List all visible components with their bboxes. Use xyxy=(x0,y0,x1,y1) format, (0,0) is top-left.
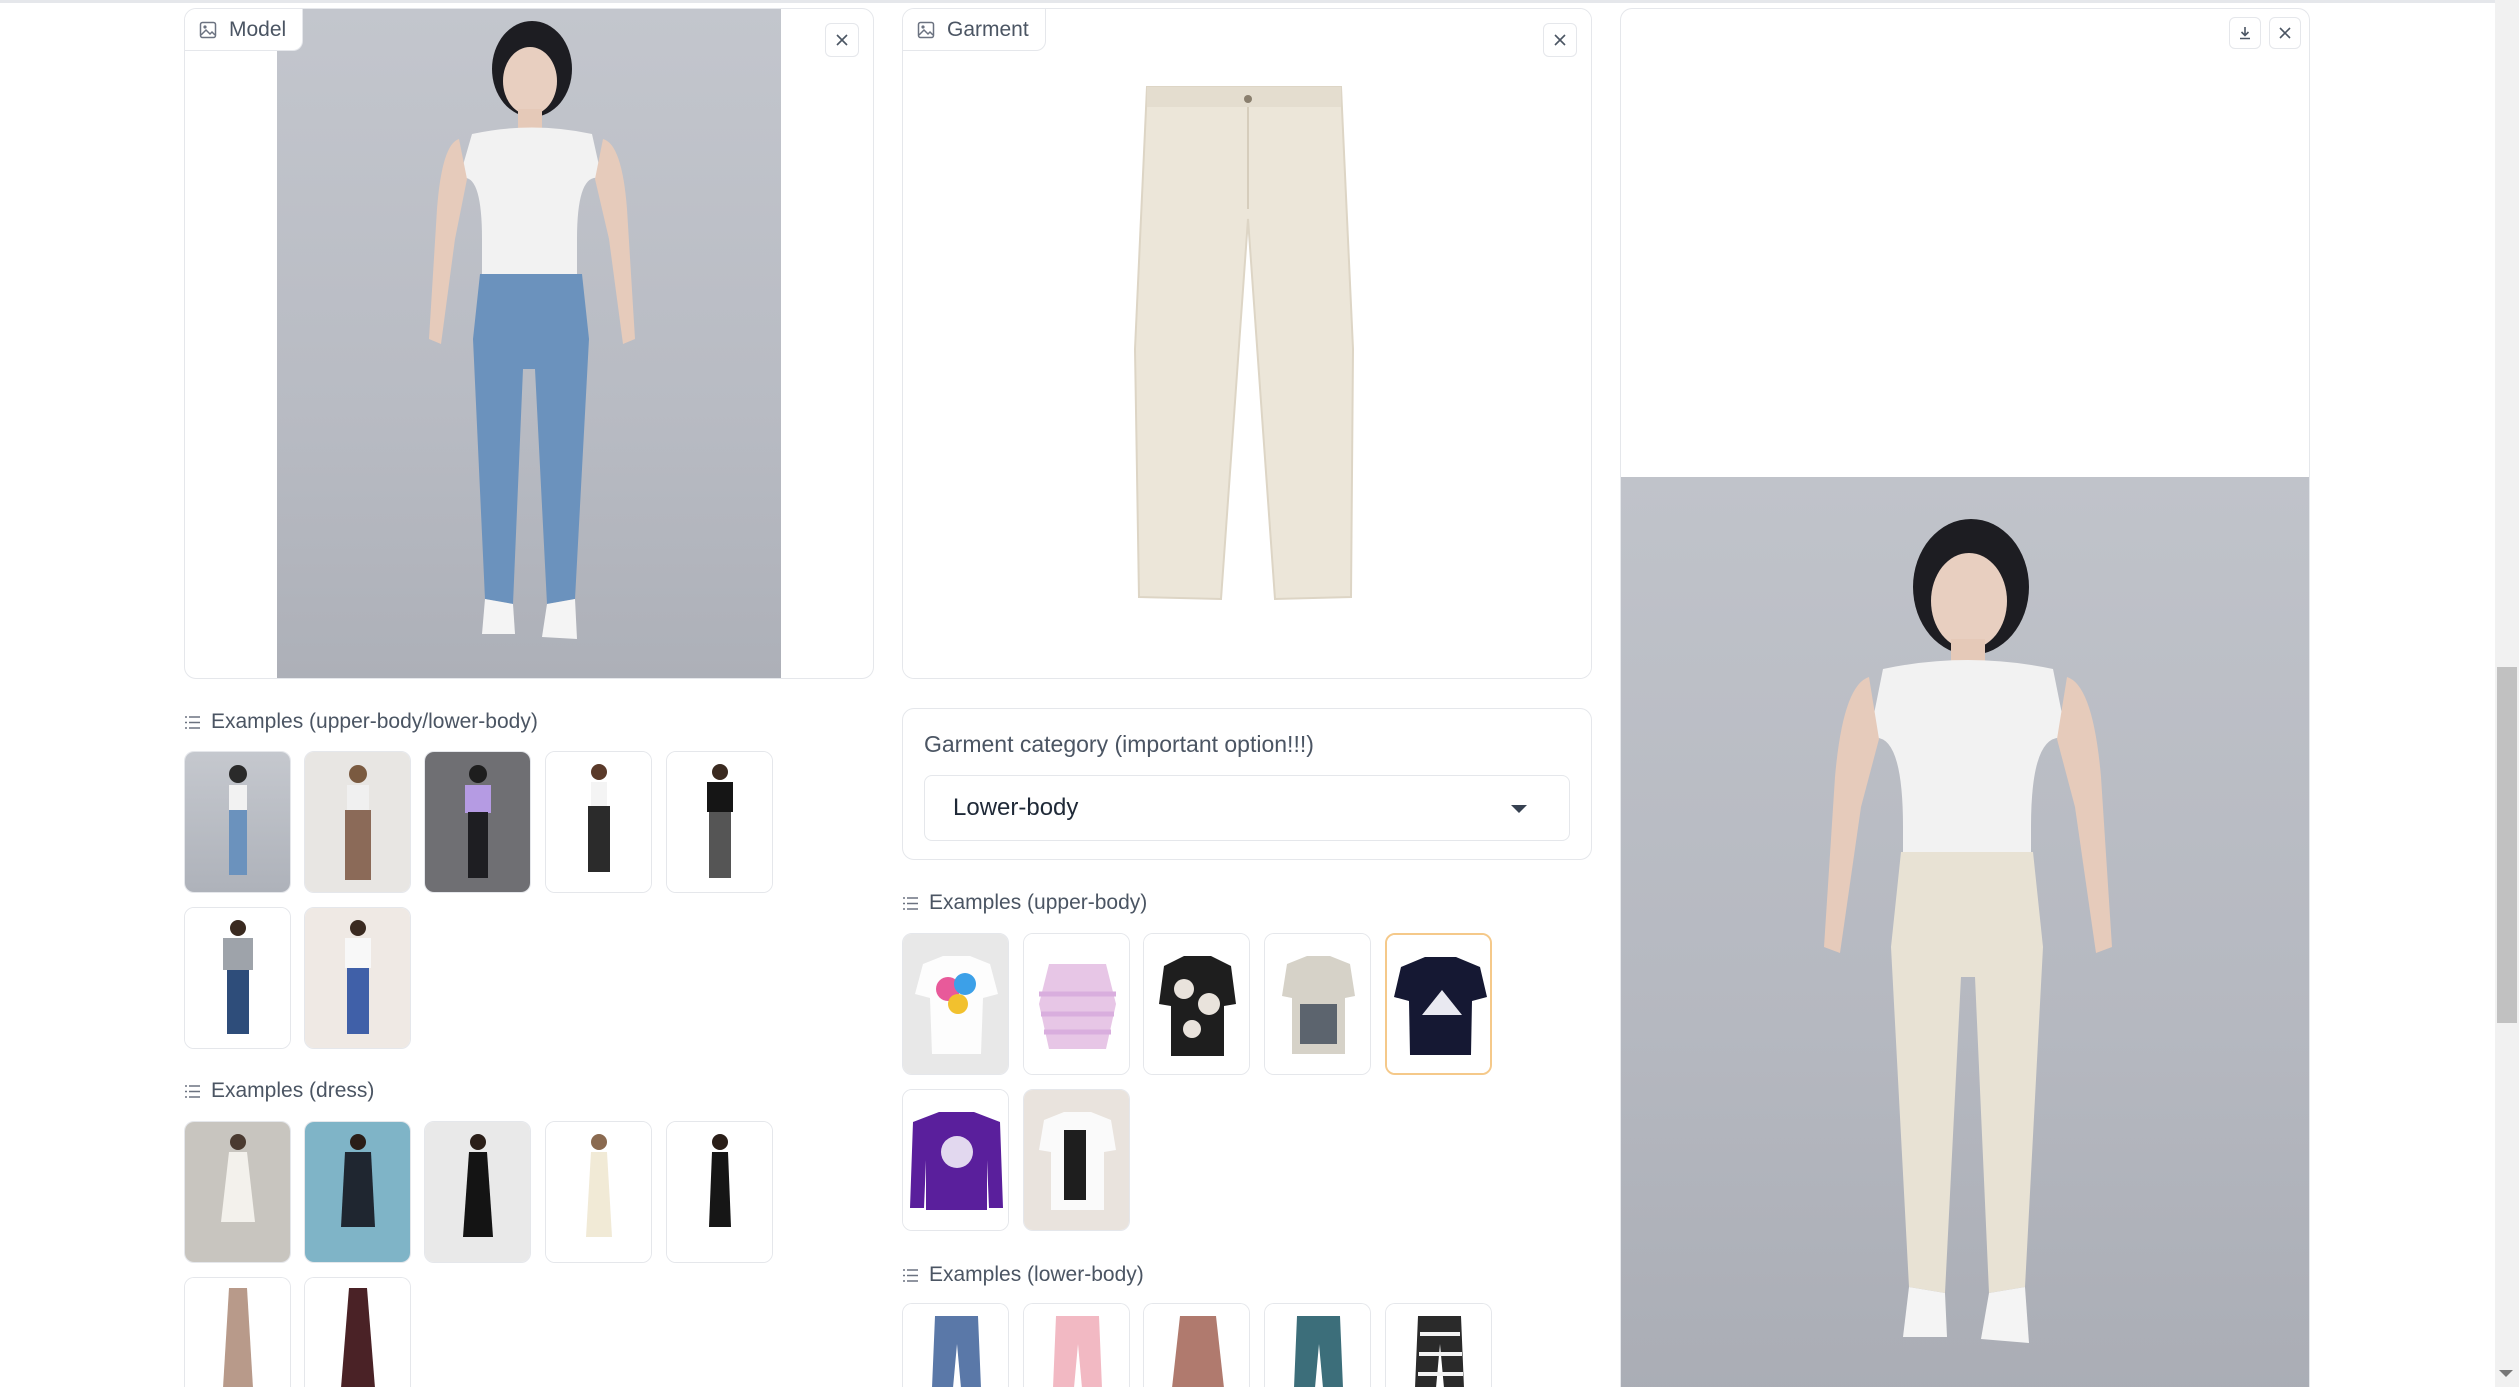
example-lower-4[interactable] xyxy=(1264,1303,1371,1387)
example-dress-4[interactable] xyxy=(545,1121,652,1263)
example-lower-5[interactable] xyxy=(1385,1303,1492,1387)
example-upper-4[interactable] xyxy=(1264,933,1371,1075)
examples-lower-title: Examples (lower-body) xyxy=(902,1263,1144,1287)
examples-upper-lower-title: Examples (upper-body/lower-body) xyxy=(184,710,538,734)
examples-upper-title: Examples (upper-body) xyxy=(902,891,1147,915)
model-label-text: Model xyxy=(229,17,287,41)
result-figure xyxy=(1824,519,2112,1343)
garment-category-selected: Lower-body xyxy=(953,794,1079,821)
model-clear-button[interactable] xyxy=(825,23,859,57)
example-figure xyxy=(1415,1316,1464,1387)
garment-category-label: Garment category (important option!!!) xyxy=(924,731,1314,757)
download-icon xyxy=(2240,27,2250,40)
example-figure xyxy=(345,920,371,1034)
example-model-3[interactable] xyxy=(424,751,531,893)
garment-image-panel[interactable]: Garment xyxy=(902,8,1592,679)
example-figure xyxy=(1039,1112,1116,1210)
result-photo xyxy=(1621,477,2309,1387)
list-icon xyxy=(185,715,200,729)
example-dress-2[interactable] xyxy=(304,1121,411,1263)
top-divider xyxy=(0,0,2519,3)
example-figure xyxy=(707,764,733,878)
image-icon xyxy=(917,21,935,38)
example-model-6[interactable] xyxy=(184,907,291,1049)
example-upper-1[interactable] xyxy=(902,933,1009,1075)
example-model-1[interactable] xyxy=(184,751,291,893)
examples-dress-title: Examples (dress) xyxy=(184,1079,374,1103)
close-icon xyxy=(2279,27,2291,39)
example-figure xyxy=(910,1112,1003,1210)
example-model-2[interactable] xyxy=(304,751,411,893)
close-icon xyxy=(1554,34,1566,46)
example-figure xyxy=(915,956,998,1054)
example-model-5[interactable] xyxy=(666,751,773,893)
example-model-7[interactable] xyxy=(304,907,411,1049)
page: Model Garment Examples (upper-body/lower… xyxy=(0,0,2519,1387)
list-icon xyxy=(185,1084,200,1098)
example-dress-6[interactable] xyxy=(184,1277,291,1387)
example-upper-3[interactable] xyxy=(1143,933,1250,1075)
garment-panel-label: Garment xyxy=(903,9,1046,51)
garment-label-text: Garment xyxy=(947,17,1029,41)
example-figure xyxy=(1172,1316,1224,1387)
model-image-panel[interactable]: Model xyxy=(184,8,874,679)
example-upper-7[interactable] xyxy=(1023,1089,1130,1231)
pants-figure xyxy=(1133,86,1355,601)
result-image-panel xyxy=(1620,8,2310,1387)
example-figure xyxy=(586,1134,612,1237)
example-upper-5[interactable] xyxy=(1385,933,1492,1075)
example-figure xyxy=(341,1134,375,1227)
example-figure xyxy=(223,1288,253,1387)
model-photo xyxy=(277,9,781,678)
example-dress-3[interactable] xyxy=(424,1121,531,1263)
list-icon xyxy=(903,896,918,910)
example-figure xyxy=(341,1288,375,1387)
result-clear-button[interactable] xyxy=(2269,17,2301,49)
example-figure xyxy=(1053,1316,1102,1387)
garment-photo xyxy=(903,9,1591,678)
example-lower-1[interactable] xyxy=(902,1303,1009,1387)
example-dress-7[interactable] xyxy=(304,1277,411,1387)
garment-category-panel: Garment category (important option!!!) L… xyxy=(902,708,1592,860)
scroll-down-arrow-icon[interactable] xyxy=(2499,1370,2513,1377)
example-figure xyxy=(1282,956,1355,1054)
example-figure xyxy=(229,765,247,875)
example-lower-2[interactable] xyxy=(1023,1303,1130,1387)
example-figure xyxy=(223,920,253,1034)
result-download-button[interactable] xyxy=(2229,17,2261,49)
example-figure xyxy=(1394,957,1487,1055)
model-figure xyxy=(429,21,635,639)
example-figure xyxy=(1039,964,1116,1049)
example-lower-3[interactable] xyxy=(1143,1303,1250,1387)
example-figure xyxy=(465,765,491,878)
example-upper-2[interactable] xyxy=(1023,933,1130,1075)
example-figure xyxy=(588,764,610,872)
model-panel-label: Model xyxy=(185,9,304,51)
example-dress-5[interactable] xyxy=(666,1121,773,1263)
example-figure xyxy=(932,1316,981,1387)
close-icon xyxy=(836,34,848,46)
chevron-down-icon xyxy=(1511,805,1527,813)
example-figure xyxy=(345,765,371,880)
scrollbar-thumb[interactable] xyxy=(2497,667,2517,1023)
example-figure xyxy=(221,1134,255,1222)
garment-category-dropdown[interactable]: Lower-body xyxy=(924,775,1570,841)
image-icon xyxy=(199,21,217,38)
garment-clear-button[interactable] xyxy=(1543,23,1577,57)
example-figure xyxy=(1294,1316,1343,1387)
example-figure xyxy=(709,1134,731,1227)
example-upper-6[interactable] xyxy=(902,1089,1009,1231)
example-figure xyxy=(1159,956,1236,1056)
example-figure xyxy=(463,1134,493,1237)
example-model-4[interactable] xyxy=(545,751,652,893)
list-icon xyxy=(903,1268,918,1282)
example-dress-1[interactable] xyxy=(184,1121,291,1263)
